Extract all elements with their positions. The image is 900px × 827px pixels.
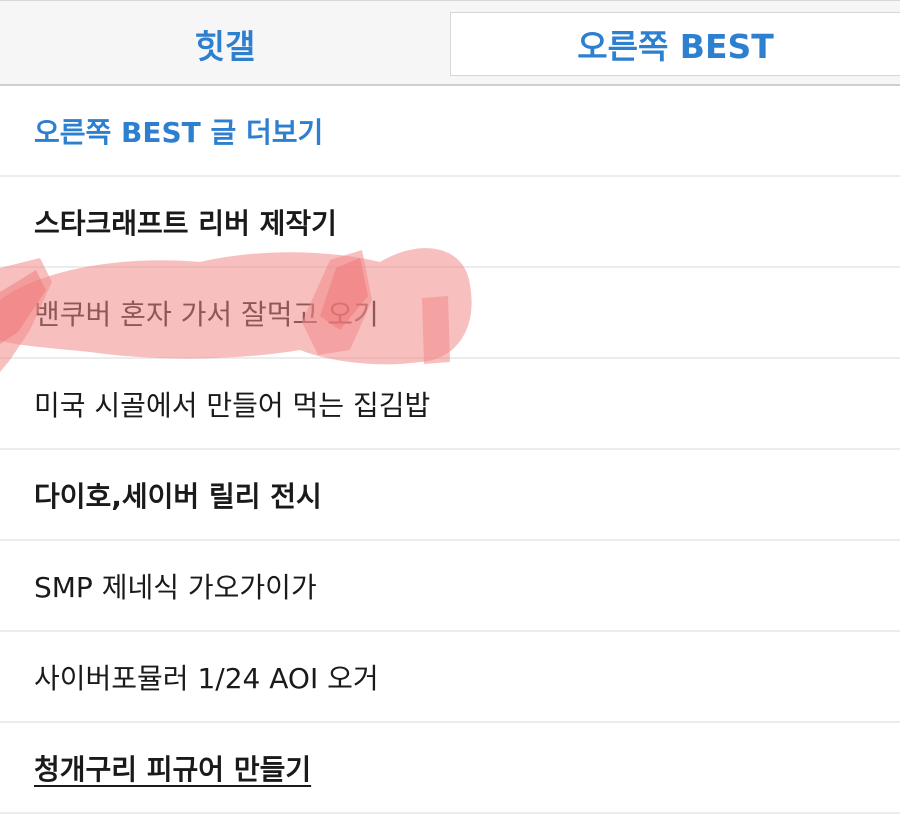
tab-right-best[interactable]: 오른쪽 BEST (450, 12, 900, 76)
list-item-title: 사이버포뮬러 1/24 AOI 오거 (34, 661, 379, 695)
list-item[interactable]: 미국 시골에서 만들어 먹는 집김밥 (0, 359, 900, 450)
list-item-title: 미국 시골에서 만들어 먹는 집김밥 (34, 388, 431, 422)
list-item-title: 밴쿠버 혼자 가서 잘먹고 오기 (34, 297, 379, 331)
list-item[interactable]: 밴쿠버 혼자 가서 잘먹고 오기 (0, 268, 900, 359)
list-item[interactable]: SMP 제네식 가오가이가 (0, 541, 900, 632)
list-item-title: SMP 제네식 가오가이가 (34, 570, 317, 604)
list-item-title: 스타크래프트 리버 제작기 (34, 206, 337, 240)
list-item[interactable]: 청개구리 피규어 만들기 (0, 723, 900, 814)
list-item[interactable]: 사이버포뮬러 1/24 AOI 오거 (0, 632, 900, 723)
list-item-title: 다이호,세이버 릴리 전시 (34, 479, 322, 513)
list-item[interactable]: 스타크래프트 리버 제작기 (0, 177, 900, 268)
more-link[interactable]: 오른쪽 BEST 글 더보기 (0, 86, 900, 177)
list-item[interactable]: 다이호,세이버 릴리 전시 (0, 450, 900, 541)
tab-hit-gallery[interactable]: 힛갤 (0, 12, 450, 76)
more-link-label: 오른쪽 BEST 글 더보기 (34, 115, 324, 149)
list-item-title: 청개구리 피규어 만들기 (34, 752, 312, 786)
tab-bar: 힛갤 오른쪽 BEST (0, 0, 900, 86)
best-list: 오른쪽 BEST 글 더보기 스타크래프트 리버 제작기 밴쿠버 혼자 가서 잘… (0, 86, 900, 814)
